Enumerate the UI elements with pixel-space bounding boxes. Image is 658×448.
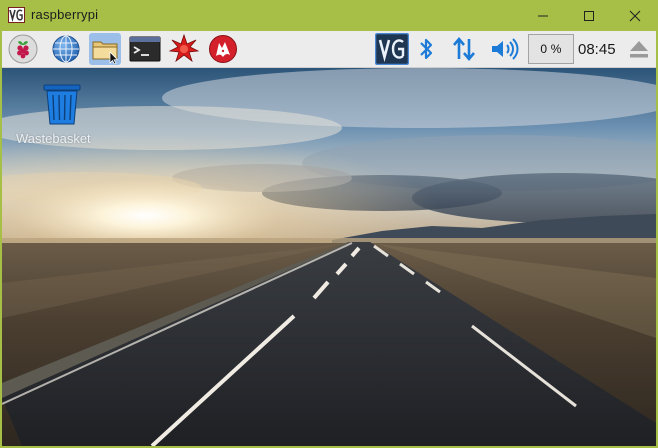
globe-icon: [52, 35, 80, 63]
vnc-server-icon: [374, 32, 410, 66]
volume-button[interactable]: [489, 33, 521, 65]
wastebasket-label[interactable]: Wastebasket: [16, 131, 91, 146]
bluetooth-button[interactable]: [413, 33, 439, 65]
desktop[interactable]: Wastebasket: [2, 68, 656, 446]
vnc-logo-icon: [8, 7, 25, 23]
wastebasket-desktop-icon[interactable]: [40, 82, 84, 131]
speaker-icon: [492, 38, 519, 60]
cpu-usage-monitor[interactable]: 0 %: [528, 34, 574, 64]
close-button[interactable]: [612, 0, 658, 31]
bluetooth-icon: [420, 38, 433, 60]
file-manager-button[interactable]: [89, 33, 121, 65]
wolfram-button[interactable]: [207, 33, 239, 65]
minimize-button[interactable]: [520, 0, 566, 31]
maximize-button[interactable]: [566, 0, 612, 31]
clock[interactable]: 08:45: [578, 41, 616, 58]
terminal-icon: [129, 36, 161, 62]
title-bar[interactable]: raspberrypi: [0, 0, 658, 31]
wolf-icon: [209, 35, 237, 63]
maximize-icon: [584, 10, 594, 21]
terminal-button[interactable]: [129, 33, 161, 65]
network-button[interactable]: [449, 33, 479, 65]
wallpaper-image: [2, 68, 656, 446]
remote-desktop-window: raspberrypi 0 % 08:45 Wastebasket: [0, 0, 658, 448]
vnc-server-button[interactable]: [374, 32, 410, 66]
taskbar: 0 % 08:45: [2, 31, 656, 68]
web-browser-button[interactable]: [50, 33, 82, 65]
close-icon: [629, 10, 641, 21]
window-title: raspberrypi: [31, 7, 99, 22]
raspberry-menu-button[interactable]: [7, 33, 39, 65]
spiky-star-icon: [169, 34, 199, 63]
minimize-icon: [538, 15, 548, 16]
network-arrows-icon: [453, 36, 475, 62]
folder-icon: [92, 41, 119, 64]
mathematica-button[interactable]: [168, 33, 200, 65]
eject-button[interactable]: [624, 33, 654, 65]
wastebasket-icon: [43, 84, 81, 125]
raspberry-icon: [8, 34, 38, 64]
eject-icon: [630, 41, 648, 58]
